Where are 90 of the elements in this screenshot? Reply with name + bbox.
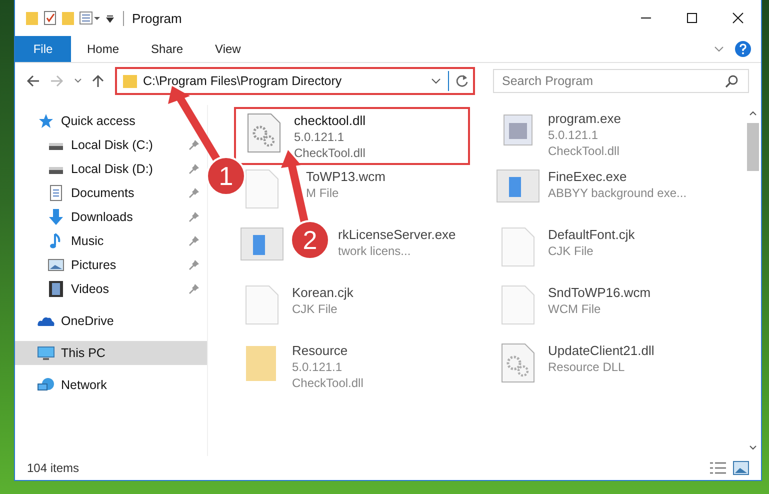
refresh-icon[interactable] [455,74,469,88]
file-name: FineExec.exe [548,169,628,185]
pin-icon[interactable] [189,236,199,246]
sidebar-item[interactable]: Local Disk (D:) [15,157,207,181]
file-detail: CheckTool.dll [292,375,364,391]
file-name: rkLicenseServer.exe [338,227,456,243]
sidebar-label: Network [61,378,107,392]
pin-icon[interactable] [189,164,199,174]
sidebar-item[interactable]: Network [15,373,207,397]
address-path: C:\Program Files\Program Directory [143,74,343,88]
sidebar-label: Local Disk (C:) [71,138,153,152]
pin-icon[interactable] [189,212,199,222]
sidebar-item[interactable]: OneDrive [15,309,207,333]
file-detail: 5.0.121.1 [548,127,600,143]
file-detail: ABBYY background exe... [548,185,687,201]
sidebar-label: Downloads [71,210,133,224]
file-detail: 5.0.121.1 [294,129,346,145]
picture-icon [47,258,65,272]
file-name: ToWP13.wcm [306,169,386,185]
sidebar-item[interactable]: Quick access [15,109,207,133]
sidebar-item[interactable]: Music [15,229,207,253]
file-detail: WCM File [548,301,602,317]
pin-icon[interactable] [189,260,199,270]
item-count: 104 items [27,461,80,475]
maximize-icon [686,12,698,24]
pc-icon [37,346,55,360]
file-detail: CJK File [292,301,338,317]
file-detail: 5.0.121.1 [292,359,344,375]
forward-icon[interactable] [49,74,65,88]
window-icon [240,227,284,261]
scroll-down-icon[interactable] [748,444,758,452]
large-icons-view-icon[interactable] [733,461,749,475]
pin-icon[interactable] [189,284,199,294]
file-name: program.exe [548,111,621,127]
search-icon[interactable] [725,74,739,88]
highlighted-file-frame[interactable]: checktool.dll 5.0.121.1 CheckTool.dll [234,107,470,165]
sidebar-item[interactable]: Videos [15,277,207,301]
sidebar-label: This PC [61,346,106,360]
file-detail: M File [306,185,340,201]
back-icon[interactable] [25,74,41,88]
file-detail: Resource DLL [548,359,626,375]
file-detail: CheckTool.dll [548,143,620,159]
sidebar-item[interactable]: This PC [15,341,207,365]
file-name: UpdateClient21.dll [548,343,654,359]
file-detail: CJK File [548,243,594,259]
sidebar-label: Pictures [71,258,116,272]
dropdown-caret-icon[interactable] [430,76,442,86]
file-name: checktool.dll [294,113,366,129]
search-field[interactable]: Search Program [493,69,749,93]
file-name: Korean.cjk [292,285,354,301]
details-view-icon[interactable] [709,461,727,475]
ribbon-tab[interactable]: View [199,36,257,62]
sidebar-item[interactable]: Documents [15,181,207,205]
sidebar-label: Documents [71,186,134,200]
pin-icon[interactable] [189,188,199,198]
sidebar-item[interactable]: Pictures [15,253,207,277]
sidebar-item[interactable]: Local Disk (C:) [15,133,207,157]
file-name: SndToWP16.wcm [548,285,651,301]
file-name: DefaultFont.cjk [548,227,635,243]
expand-ribbon-icon[interactable] [713,44,725,54]
download-icon [47,209,65,225]
scroll-up-icon[interactable] [748,109,758,117]
file-name: Resource [292,343,349,359]
ribbon-tab[interactable]: File [15,36,71,62]
sidebar-label: Quick access [61,114,136,128]
folder-icon [123,73,137,89]
doc-icon [47,185,65,201]
address-bar[interactable]: C:\Program Files\Program Directory [115,67,475,95]
network-icon [37,377,55,393]
window-icon [496,169,540,203]
help-icon[interactable] [735,41,751,57]
pin-icon[interactable] [189,140,199,150]
file-detail: twork licens... [338,243,412,259]
sidebar-label: Videos [71,282,109,296]
view-icon[interactable] [79,10,101,26]
ribbon-tab[interactable]: Home [71,36,136,62]
star-icon [37,113,55,129]
cloud-icon [37,315,55,327]
sidebar-label: Music [71,234,104,248]
video-icon [47,281,65,297]
close-icon [732,12,744,24]
sidebar-item[interactable]: Downloads [15,205,207,229]
properties-icon[interactable] [43,10,57,26]
window-title: Program [123,10,182,26]
up-icon[interactable] [91,74,105,88]
file-detail: CheckTool.dll [294,145,366,161]
sidebar-label: Local Disk (D:) [71,162,153,176]
sidebar-label: OneDrive [61,314,114,328]
scroll-thumb[interactable] [747,123,759,171]
ribbon-tab[interactable]: Share [135,36,200,62]
